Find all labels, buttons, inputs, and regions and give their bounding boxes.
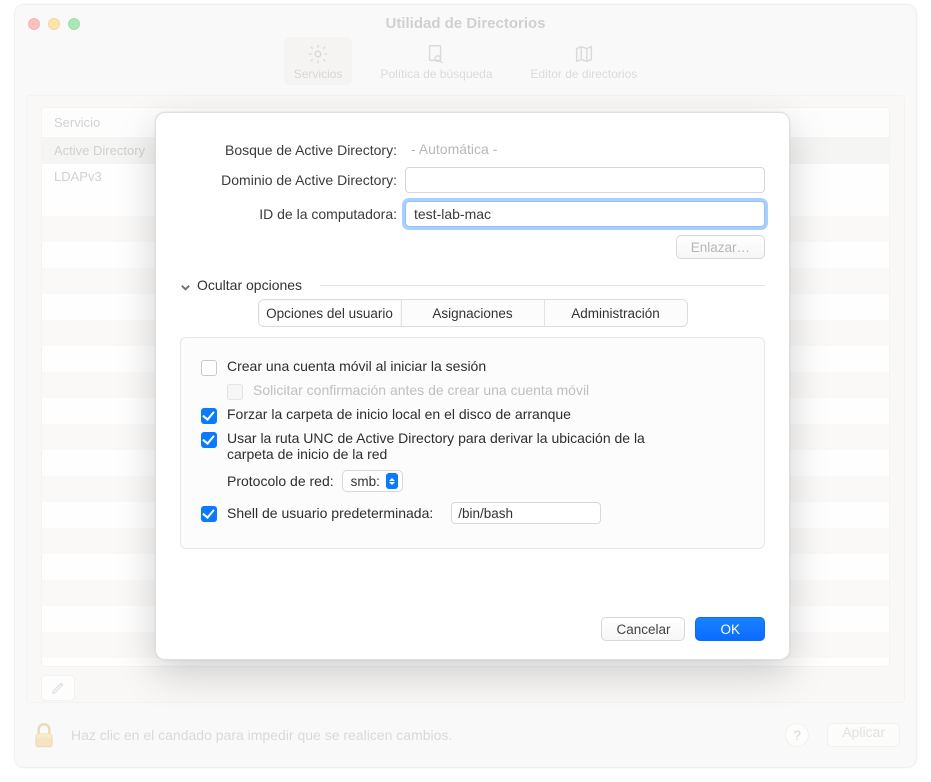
domain-input[interactable]: [405, 167, 765, 193]
checkbox-confirm-mobile: [227, 384, 243, 400]
protocol-label: Protocolo de red:: [227, 473, 334, 489]
document-search-icon: [425, 43, 447, 65]
edit-service-button[interactable]: [41, 675, 75, 701]
opt-label: Usar la ruta UNC de Active Directory par…: [227, 430, 687, 462]
lock-hint-text: Haz clic en el candado para impedir que …: [71, 727, 773, 743]
options-disclosure[interactable]: Ocultar opciones: [180, 277, 765, 293]
help-button[interactable]: ?: [785, 723, 809, 747]
field-forest: Bosque de Active Directory: - Automática…: [180, 141, 765, 159]
bind-button[interactable]: Enlazar…: [676, 235, 765, 259]
row-network-protocol: Protocolo de red: smb:: [227, 470, 744, 492]
window-footer: Haz clic en el candado para impedir que …: [31, 715, 900, 755]
stepper-arrows-icon: [386, 473, 398, 489]
field-domain: Dominio de Active Directory:: [180, 167, 765, 193]
tab-administration[interactable]: Administración: [545, 300, 687, 326]
user-options-pane: Crear una cuenta móvil al iniciar la ses…: [180, 337, 765, 549]
checkbox-force-local-home[interactable]: [201, 408, 217, 424]
titlebar: Utilidad de Directorios Servicios Políti…: [15, 5, 916, 93]
protocol-value: smb:: [351, 474, 380, 489]
divider: [320, 285, 765, 286]
opt-label: Crear una cuenta móvil al iniciar la ses…: [227, 358, 486, 374]
computer-id-input[interactable]: [405, 201, 765, 227]
window-title: Utilidad de Directorios: [15, 15, 916, 32]
opt-label: Forzar la carpeta de inicio local en el …: [227, 406, 571, 422]
toolbar-label: Editor de directorios: [531, 67, 638, 81]
checkbox-use-unc[interactable]: [201, 432, 217, 448]
disclosure-label: Ocultar opciones: [197, 277, 302, 293]
opt-label: Solicitar confirmación antes de crear un…: [253, 382, 589, 398]
opt-use-unc[interactable]: Usar la ruta UNC de Active Directory par…: [201, 430, 744, 462]
computer-id-label: ID de la computadora:: [180, 206, 405, 222]
map-icon: [573, 43, 595, 65]
checkbox-default-shell[interactable]: [201, 506, 217, 522]
toolbar-servicios[interactable]: Servicios: [284, 37, 353, 85]
checkbox-mobile-account[interactable]: [201, 360, 217, 376]
active-directory-dialog: Bosque de Active Directory: - Automática…: [155, 112, 790, 660]
tab-assignments[interactable]: Asignaciones: [402, 300, 545, 326]
opt-default-shell[interactable]: Shell de usuario predeterminada:: [201, 502, 744, 524]
lock-icon[interactable]: [31, 721, 59, 749]
options-tabs: Opciones del usuario Asignaciones Admini…: [258, 299, 688, 327]
toolbar-label: Política de búsqueda: [380, 67, 492, 81]
ok-button[interactable]: OK: [695, 617, 765, 641]
opt-mobile-account[interactable]: Crear una cuenta móvil al iniciar la ses…: [201, 358, 744, 376]
forest-label: Bosque de Active Directory:: [180, 142, 405, 158]
chevron-down-icon: [180, 280, 191, 291]
domain-label: Dominio de Active Directory:: [180, 172, 405, 188]
default-shell-input[interactable]: [451, 502, 601, 524]
toolbar: Servicios Política de búsqueda Editor de…: [15, 37, 916, 85]
field-computer-id: ID de la computadora:: [180, 201, 765, 227]
tab-user-options[interactable]: Opciones del usuario: [259, 300, 402, 326]
toolbar-editor[interactable]: Editor de directorios: [521, 37, 648, 85]
opt-label: Shell de usuario predeterminada:: [227, 505, 433, 521]
toolbar-label: Servicios: [294, 67, 343, 81]
protocol-select[interactable]: smb:: [342, 470, 403, 492]
cancel-button[interactable]: Cancelar: [601, 617, 685, 641]
dialog-footer: Cancelar OK: [601, 617, 765, 641]
apply-button[interactable]: Aplicar: [827, 723, 900, 747]
opt-confirm-mobile: Solicitar confirmación antes de crear un…: [227, 382, 744, 400]
opt-force-local-home[interactable]: Forzar la carpeta de inicio local en el …: [201, 406, 744, 424]
gear-icon: [307, 43, 329, 65]
toolbar-politica[interactable]: Política de búsqueda: [370, 37, 502, 85]
forest-placeholder: - Automática -: [405, 138, 503, 160]
